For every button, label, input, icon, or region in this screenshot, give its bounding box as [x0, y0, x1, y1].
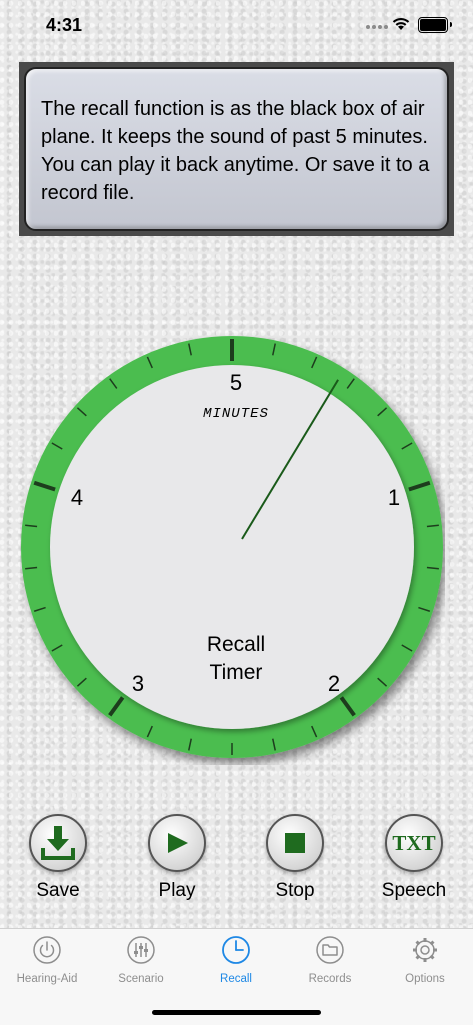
- dial-center-label-timer: Timer: [210, 661, 263, 684]
- stop-button[interactable]: Stop: [245, 814, 345, 902]
- dial-number-5: 5: [230, 370, 242, 395]
- tab-label: Options: [405, 973, 445, 985]
- play-button-circle[interactable]: [148, 814, 206, 872]
- sliders-icon: [127, 936, 155, 964]
- dial-unit-label: MINUTES: [203, 406, 269, 422]
- tab-hearing-aid[interactable]: Hearing-Aid: [0, 935, 94, 985]
- gear-ring: [415, 940, 435, 960]
- info-panel: The recall function is as the black box …: [19, 62, 454, 236]
- download-icon: [41, 826, 75, 860]
- speech-button-label: Speech: [381, 880, 447, 901]
- dial-number-1: 1: [388, 485, 400, 510]
- power-icon: [33, 936, 61, 964]
- tab-records[interactable]: Records: [283, 935, 377, 985]
- tab-scenario[interactable]: Scenario: [94, 935, 188, 985]
- tab-recall[interactable]: Recall: [189, 935, 283, 985]
- info-text: The recall function is as the black box …: [41, 98, 430, 204]
- recall-timer-dial: 5 1 2 3 4 MINUTES Recall Timer: [20, 333, 445, 765]
- status-bar: 4:31: [0, 0, 473, 52]
- play-button[interactable]: Play: [127, 814, 227, 902]
- control-bar: Save Play Stop TXT Speech: [0, 814, 473, 914]
- play-button-label: Play: [158, 880, 196, 901]
- tab-options[interactable]: Options: [378, 935, 472, 985]
- status-time: 4:31: [46, 15, 83, 35]
- stop-icon: [285, 833, 305, 853]
- txt-icon: TXT: [392, 830, 436, 855]
- tab-label: Recall: [220, 973, 252, 985]
- dial-number-2: 2: [328, 671, 340, 696]
- tab-label: Scenario: [118, 973, 164, 985]
- tab-label: Hearing-Aid: [16, 973, 78, 985]
- play-icon: [168, 833, 188, 853]
- dial-center-label-recall: Recall: [207, 633, 265, 656]
- clock-icon: [222, 936, 250, 964]
- stop-button-circle[interactable]: [266, 814, 324, 872]
- save-button[interactable]: Save: [8, 814, 108, 902]
- dial-number-4: 4: [71, 485, 83, 510]
- battery-icon: [418, 17, 452, 33]
- speech-button-circle[interactable]: TXT: [385, 814, 443, 872]
- folder-icon: [316, 936, 344, 964]
- tab-bar: Hearing-Aid Scenario Recall Records Opti…: [0, 928, 473, 1025]
- stop-button-label: Stop: [275, 880, 315, 901]
- save-button-label: Save: [36, 880, 80, 901]
- wifi-icon: [392, 18, 410, 30]
- home-indicator: [152, 1010, 321, 1015]
- info-panel-inner: The recall function is as the black box …: [24, 67, 449, 231]
- dial-number-3: 3: [132, 671, 144, 696]
- gear-icon: [413, 938, 437, 962]
- dial-graphic: 5 1 2 3 4 MINUTES Recall Timer: [21, 336, 443, 758]
- tab-label: Records: [308, 973, 352, 985]
- speech-button[interactable]: TXT Speech: [364, 814, 464, 902]
- cellular-icon: [366, 25, 388, 29]
- save-button-circle[interactable]: [29, 814, 87, 872]
